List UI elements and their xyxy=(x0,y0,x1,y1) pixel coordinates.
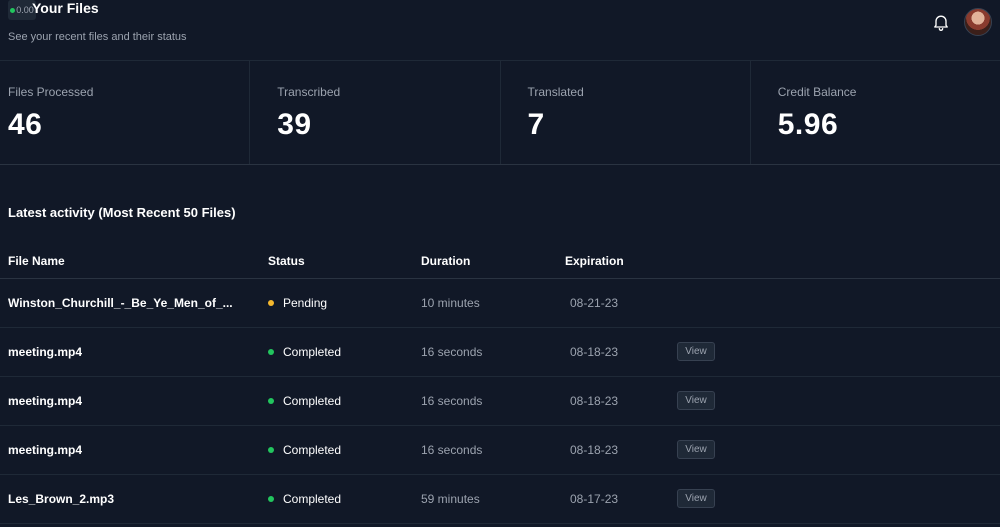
files-table: File Name Status Duration Expiration Win… xyxy=(0,240,1000,524)
column-header-expiration: Expiration xyxy=(565,254,624,268)
bell-icon[interactable] xyxy=(931,12,951,32)
avatar[interactable] xyxy=(964,8,992,36)
status-dot-icon xyxy=(10,7,16,13)
status-badge: Completed xyxy=(268,492,341,506)
view-button[interactable]: View xyxy=(677,391,715,410)
file-duration: 16 seconds xyxy=(421,394,483,408)
status-badge: Completed xyxy=(268,394,341,408)
stat-transcribed: Transcribed 39 xyxy=(250,61,501,164)
status-text: Completed xyxy=(283,345,342,359)
view-button[interactable]: View xyxy=(677,440,715,459)
status-text: Completed xyxy=(283,394,342,408)
completed-dot-icon xyxy=(268,349,274,355)
file-expiration: 08-17-23 xyxy=(570,492,619,506)
page-header: 0.00 Your Files See your recent files an… xyxy=(0,0,1000,60)
stats-bar: Files Processed 46 Transcribed 39 Transl… xyxy=(0,60,1000,165)
table-row: meeting.mp4 Completed 16 seconds 08-18-2… xyxy=(0,426,1000,475)
column-header-status: Status xyxy=(268,254,305,268)
table-row: Winston_Churchill_-_Be_Ye_Men_of_... Pen… xyxy=(0,279,1000,328)
file-name: Winston_Churchill_-_Be_Ye_Men_of_... xyxy=(8,296,233,310)
view-button[interactable]: View xyxy=(677,489,715,508)
file-name: Les_Brown_2.mp3 xyxy=(8,492,115,506)
page-subtitle: See your recent files and their status xyxy=(8,31,187,43)
activity-title: Latest activity (Most Recent 50 Files) xyxy=(8,205,236,220)
status-text: Completed xyxy=(283,492,342,506)
stat-value: 46 xyxy=(8,108,43,141)
status-text: Completed xyxy=(283,443,342,457)
stat-label: Credit Balance xyxy=(777,85,857,99)
stat-credit-balance: Credit Balance 5.96 xyxy=(751,61,1000,164)
view-button[interactable]: View xyxy=(677,342,715,361)
table-row: Les_Brown_2.mp3 Completed 59 minutes 08-… xyxy=(0,475,1000,524)
stat-translated: Translated 7 xyxy=(501,61,751,164)
stat-label: Transcribed xyxy=(277,85,341,99)
file-duration: 59 minutes xyxy=(421,492,480,506)
file-name: meeting.mp4 xyxy=(8,345,83,359)
status-badge: Pending xyxy=(268,296,327,310)
table-header: File Name Status Duration Expiration xyxy=(0,240,1000,279)
page-title: Your Files xyxy=(32,0,99,16)
file-expiration: 08-18-23 xyxy=(570,394,619,408)
table-row: meeting.mp4 Completed 16 seconds 08-18-2… xyxy=(0,328,1000,377)
column-header-file-name: File Name xyxy=(8,254,65,268)
status-text: Pending xyxy=(283,296,328,310)
column-header-duration: Duration xyxy=(421,254,471,268)
file-expiration: 08-18-23 xyxy=(570,443,619,457)
file-expiration: 08-18-23 xyxy=(570,345,619,359)
file-name: meeting.mp4 xyxy=(8,394,83,408)
completed-dot-icon xyxy=(268,496,274,502)
status-badge: Completed xyxy=(268,345,341,359)
stat-value: 7 xyxy=(527,108,545,141)
file-expiration: 08-21-23 xyxy=(570,296,619,310)
stat-value: 39 xyxy=(277,108,312,141)
pending-dot-icon xyxy=(268,300,274,306)
stat-value: 5.96 xyxy=(777,108,839,141)
stat-files-processed: Files Processed 46 xyxy=(0,61,251,164)
stat-label: Translated xyxy=(527,85,584,99)
completed-dot-icon xyxy=(268,398,274,404)
file-duration: 10 minutes xyxy=(421,296,480,310)
table-row: meeting.mp4 Completed 16 seconds 08-18-2… xyxy=(0,377,1000,426)
file-duration: 16 seconds xyxy=(421,345,483,359)
status-badge: Completed xyxy=(268,443,341,457)
stat-label: Files Processed xyxy=(8,85,94,99)
completed-dot-icon xyxy=(268,447,274,453)
file-name: meeting.mp4 xyxy=(8,443,83,457)
file-duration: 16 seconds xyxy=(421,443,483,457)
